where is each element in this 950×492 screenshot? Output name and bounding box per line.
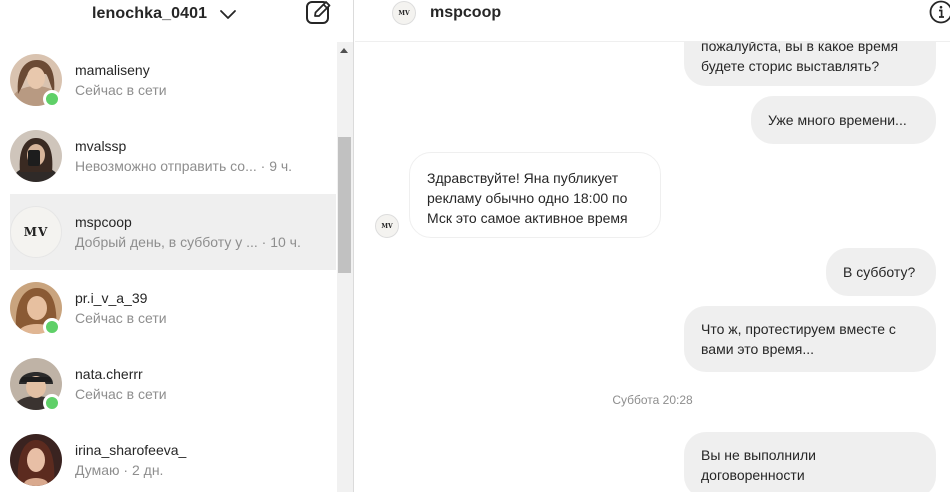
avatar-wrap — [10, 50, 62, 110]
conversation-item[interactable]: mamaliseny Сейчас в сети — [10, 42, 336, 118]
online-indicator — [43, 394, 61, 412]
chat-panel: MV mspcoop пожалуйста, вы в какое время … — [355, 0, 950, 492]
avatar-wrap — [10, 430, 62, 490]
message-bubble-outgoing: Вы не выполнили договоренности — [684, 432, 936, 492]
conversation-status: Сейчас в сети — [75, 385, 167, 402]
message-bubble-incoming: Здравствуйте! Яна публикует рекламу обыч… — [409, 152, 661, 238]
conversation-status: Думаю · 2 дн. — [75, 461, 164, 478]
account-switcher[interactable]: lenochka_0401 — [92, 3, 237, 25]
conversation-username: irina_sharofeeva_ — [75, 441, 187, 458]
avatar — [10, 130, 62, 182]
conversation-item[interactable]: mvalssp Невозможно отправить со... · 9 ч… — [10, 118, 336, 194]
conversation-item[interactable]: irina_sharofeeva_ Думаю · 2 дн. — [10, 422, 336, 492]
logo-text: MV — [398, 9, 410, 17]
conversation-list[interactable]: mamaliseny Сейчас в сети mvalssp Невозмо… — [10, 42, 336, 492]
logo-text: MV — [23, 225, 49, 239]
message-timestamp: Суббота 20:28 — [612, 393, 693, 407]
avatar-wrap — [10, 126, 62, 186]
conversation-status: Добрый день, в субботу у ... · 10 ч. — [75, 233, 301, 250]
conversation-username: mamaliseny — [75, 61, 150, 78]
conversation-text: irina_sharofeeva_ Думаю · 2 дн. — [75, 441, 186, 480]
conversation-text: mvalssp Невозможно отправить со... · 9 ч… — [75, 137, 292, 176]
logo-text: MV — [381, 222, 393, 230]
conversation-username: mvalssp — [75, 137, 127, 154]
avatar-wrap — [10, 278, 62, 338]
conversation-text: mspcoop Добрый день, в субботу у ... · 1… — [75, 213, 301, 252]
conversation-item[interactable]: pr.i_v_a_39 Сейчас в сети — [10, 270, 336, 346]
conversation-text: mamaliseny Сейчас в сети — [75, 61, 167, 100]
info-icon[interactable] — [929, 0, 950, 24]
chat-avatar[interactable]: MV — [392, 1, 416, 25]
online-indicator — [43, 90, 61, 108]
chat-header: MV mspcoop — [355, 0, 950, 42]
message-bubble-outgoing: Что ж, протестируем вместе с вами это вр… — [684, 306, 936, 372]
conversation-username: nata.cherrr — [75, 365, 143, 382]
online-indicator — [43, 318, 61, 336]
compose-icon[interactable] — [305, 0, 333, 26]
scroll-up-arrow-icon[interactable] — [340, 48, 348, 53]
inbox-panel: lenochka_0401 mamaliseny Сейчас в сети m… — [0, 0, 354, 492]
conversation-item[interactable]: nata.cherrr Сейчас в сети — [10, 346, 336, 422]
scroll-thumb[interactable] — [338, 137, 351, 273]
conversation-status: Сейчас в сети — [75, 81, 167, 98]
scrollbar[interactable] — [337, 42, 353, 492]
conversation-status: Сейчас в сети — [75, 309, 167, 326]
account-username: lenochka_0401 — [92, 5, 208, 22]
conversation-username: mspcoop — [75, 213, 132, 230]
inbox-header: lenochka_0401 — [0, 0, 353, 42]
conversation-text: nata.cherrr Сейчас в сети — [75, 365, 167, 404]
conversation-username: pr.i_v_a_39 — [75, 289, 148, 306]
chat-title[interactable]: mspcoop — [430, 3, 501, 23]
message-bubble-outgoing: Уже много времени... — [751, 96, 936, 144]
mv-logo-avatar: MV — [10, 206, 62, 258]
avatar-wrap — [10, 354, 62, 414]
avatar-wrap: MV — [10, 202, 62, 262]
sender-avatar[interactable]: MV — [375, 214, 399, 238]
avatar — [10, 434, 62, 486]
conversation-text: pr.i_v_a_39 Сейчас в сети — [75, 289, 167, 328]
conversation-status: Невозможно отправить со... · 9 ч. — [75, 157, 293, 174]
conversation-item-active[interactable]: MV mspcoop Добрый день, в субботу у ... … — [10, 194, 336, 270]
chevron-down-icon — [220, 10, 237, 19]
message-bubble-outgoing: В субботу? — [826, 248, 936, 296]
